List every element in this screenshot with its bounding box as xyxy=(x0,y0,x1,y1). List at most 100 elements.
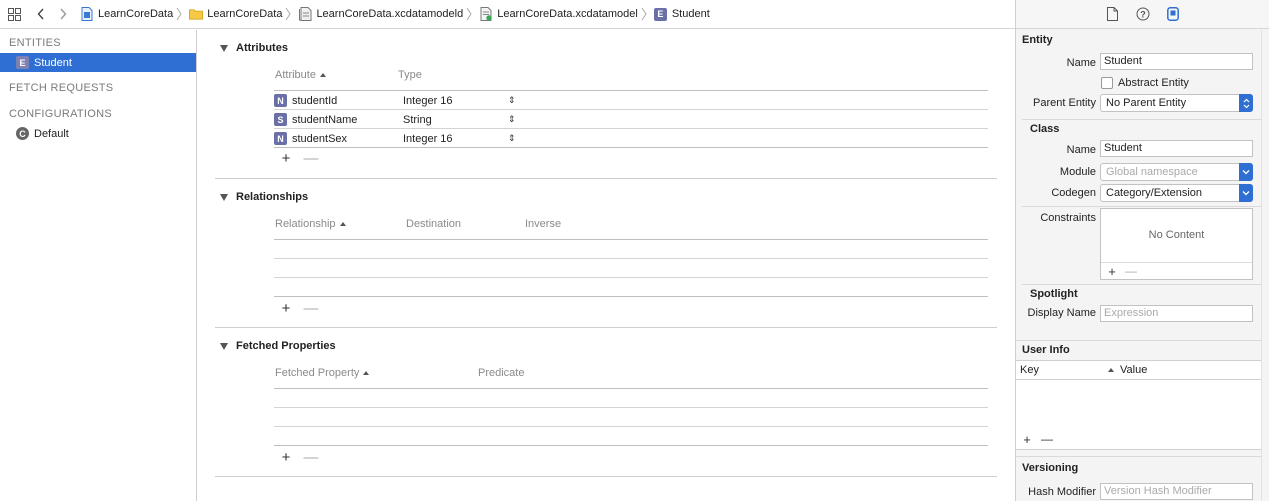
parent-entity-popup[interactable]: No Parent Entity xyxy=(1100,94,1253,112)
section-divider xyxy=(215,327,997,328)
configurations-header: CONFIGURATIONS xyxy=(9,108,112,120)
divider xyxy=(274,388,988,389)
sort-ascending-icon xyxy=(319,73,326,78)
back-chevron-icon[interactable] xyxy=(32,5,50,23)
entity-name-field[interactable]: Student xyxy=(1100,53,1253,70)
disclosure-triangle-icon[interactable] xyxy=(220,343,228,350)
column-header-label: Value xyxy=(1120,364,1148,376)
fetched-properties-title: Fetched Properties xyxy=(236,340,336,352)
sort-ascending-icon xyxy=(339,222,346,227)
entity-icon: E xyxy=(16,56,29,69)
column-header-inverse[interactable]: Inverse xyxy=(525,218,561,230)
breadcrumb-separator-icon xyxy=(284,7,292,21)
fetch-requests-header[interactable]: FETCH REQUESTS xyxy=(0,78,196,98)
module-combo[interactable]: Global namespace xyxy=(1100,163,1253,181)
column-header-label: Attribute xyxy=(275,69,316,81)
divider xyxy=(1016,340,1269,341)
inspector-panel: ? Entity Name Student Abstract Entity Pa… xyxy=(1015,0,1269,501)
column-header-relationship[interactable]: Relationship xyxy=(275,218,346,230)
column-header-label: Fetched Property xyxy=(275,367,360,379)
module-label: Module xyxy=(1059,166,1096,178)
breadcrumb-datamodel[interactable]: LearnCoreData.xcdatamodel xyxy=(479,7,638,21)
divider xyxy=(274,147,988,148)
remove-relationship-button[interactable]: — xyxy=(304,300,319,317)
column-header-type[interactable]: Type xyxy=(398,69,422,81)
display-name-field[interactable]: Expression xyxy=(1100,305,1253,322)
key-column-header[interactable]: Key xyxy=(1020,364,1039,376)
attribute-name[interactable]: studentSex xyxy=(292,133,398,145)
datamodel-file-icon xyxy=(479,7,493,21)
updown-chevron-icon[interactable]: ⇕ xyxy=(508,95,516,106)
jump-bar: LearnCoreData LearnCoreData LearnCoreDat… xyxy=(0,0,1015,29)
breadcrumb-datamodel-bundle[interactable]: LearnCoreData.xcdatamodeld xyxy=(298,7,463,21)
updown-chevron-icon[interactable]: ⇕ xyxy=(508,133,516,144)
breadcrumb-project[interactable]: LearnCoreData xyxy=(80,7,173,21)
constraints-list[interactable]: No Content + — xyxy=(1100,208,1253,280)
class-name-field[interactable]: Student xyxy=(1100,140,1253,157)
module-placeholder: Global namespace xyxy=(1106,166,1198,178)
remove-userinfo-button[interactable]: — xyxy=(1040,432,1054,446)
attributes-title: Attributes xyxy=(236,42,288,54)
disclosure-triangle-icon[interactable] xyxy=(220,45,228,52)
add-constraint-button[interactable]: + xyxy=(1105,264,1119,279)
abstract-entity-checkbox[interactable] xyxy=(1101,77,1113,89)
spotlight-section-header: Spotlight xyxy=(1030,288,1078,300)
add-fetched-property-button[interactable]: + xyxy=(279,449,293,466)
remove-attribute-button[interactable]: — xyxy=(304,150,319,167)
attribute-type[interactable]: Integer 16 xyxy=(403,95,508,107)
outline-sidebar: ENTITIES E Student FETCH REQUESTS CONFIG… xyxy=(0,30,197,501)
table-row[interactable]: N studentId Integer 16 ⇕ xyxy=(274,91,988,110)
updown-chevron-icon[interactable]: ⇕ xyxy=(508,114,516,125)
svg-text:?: ? xyxy=(1140,10,1146,20)
divider xyxy=(274,296,988,297)
forward-chevron-icon[interactable] xyxy=(54,5,72,23)
column-header-attribute[interactable]: Attribute xyxy=(275,69,326,81)
divider xyxy=(274,277,988,278)
chevron-down-icon[interactable] xyxy=(1239,163,1253,181)
attribute-type[interactable]: String xyxy=(403,114,508,126)
datamodel-bundle-icon xyxy=(298,7,312,21)
string-attribute-icon: S xyxy=(274,113,287,126)
breadcrumb-separator-icon xyxy=(465,7,473,21)
parent-entity-label: Parent Entity xyxy=(1033,97,1096,109)
column-header-destination[interactable]: Destination xyxy=(406,218,461,230)
attribute-type[interactable]: Integer 16 xyxy=(403,133,508,145)
codegen-value: Category/Extension xyxy=(1106,187,1202,199)
file-inspector-icon[interactable] xyxy=(1105,6,1121,22)
add-attribute-button[interactable]: + xyxy=(279,150,293,167)
breadcrumb-folder[interactable]: LearnCoreData xyxy=(189,7,282,21)
breadcrumb-entity[interactable]: E Student xyxy=(653,7,710,21)
sidebar-item-student[interactable]: E Student xyxy=(0,53,196,72)
attribute-add-remove: + — xyxy=(279,150,329,167)
divider xyxy=(1022,206,1264,207)
attribute-name[interactable]: studentId xyxy=(292,95,398,107)
hash-modifier-field[interactable]: Version Hash Modifier xyxy=(1100,483,1253,500)
remove-fetched-property-button[interactable]: — xyxy=(304,449,319,466)
relationships-title: Relationships xyxy=(236,191,309,203)
sidebar-item-default[interactable]: C Default xyxy=(0,124,196,143)
attribute-name[interactable]: studentName xyxy=(292,114,398,126)
parent-entity-value: No Parent Entity xyxy=(1106,97,1187,109)
codegen-label: Codegen xyxy=(1051,187,1096,199)
number-attribute-icon: N xyxy=(274,132,287,145)
class-section-header: Class xyxy=(1030,123,1060,135)
column-header-predicate[interactable]: Predicate xyxy=(478,367,524,379)
divider xyxy=(274,407,988,408)
codegen-popup[interactable]: Category/Extension xyxy=(1100,184,1253,202)
entity-name-label: Name xyxy=(1066,57,1096,69)
value-column-header[interactable]: Value xyxy=(1108,364,1147,376)
remove-constraint-button[interactable]: — xyxy=(1124,264,1138,278)
display-name-label: Display Name xyxy=(1027,307,1096,319)
related-items-grid-icon[interactable] xyxy=(6,6,22,22)
add-userinfo-button[interactable]: + xyxy=(1020,432,1034,447)
inspector-scrollbar[interactable] xyxy=(1261,30,1269,501)
data-model-inspector-icon[interactable] xyxy=(1165,6,1181,22)
table-row[interactable]: N studentSex Integer 16 ⇕ xyxy=(274,129,988,148)
disclosure-triangle-icon[interactable] xyxy=(220,194,228,201)
abstract-entity-label[interactable]: Abstract Entity xyxy=(1118,77,1189,89)
table-row[interactable]: S studentName String ⇕ xyxy=(274,110,988,129)
number-attribute-icon: N xyxy=(274,94,287,107)
add-relationship-button[interactable]: + xyxy=(279,300,293,317)
quick-help-icon[interactable]: ? xyxy=(1135,6,1151,22)
column-header-fetched-property[interactable]: Fetched Property xyxy=(275,367,370,379)
